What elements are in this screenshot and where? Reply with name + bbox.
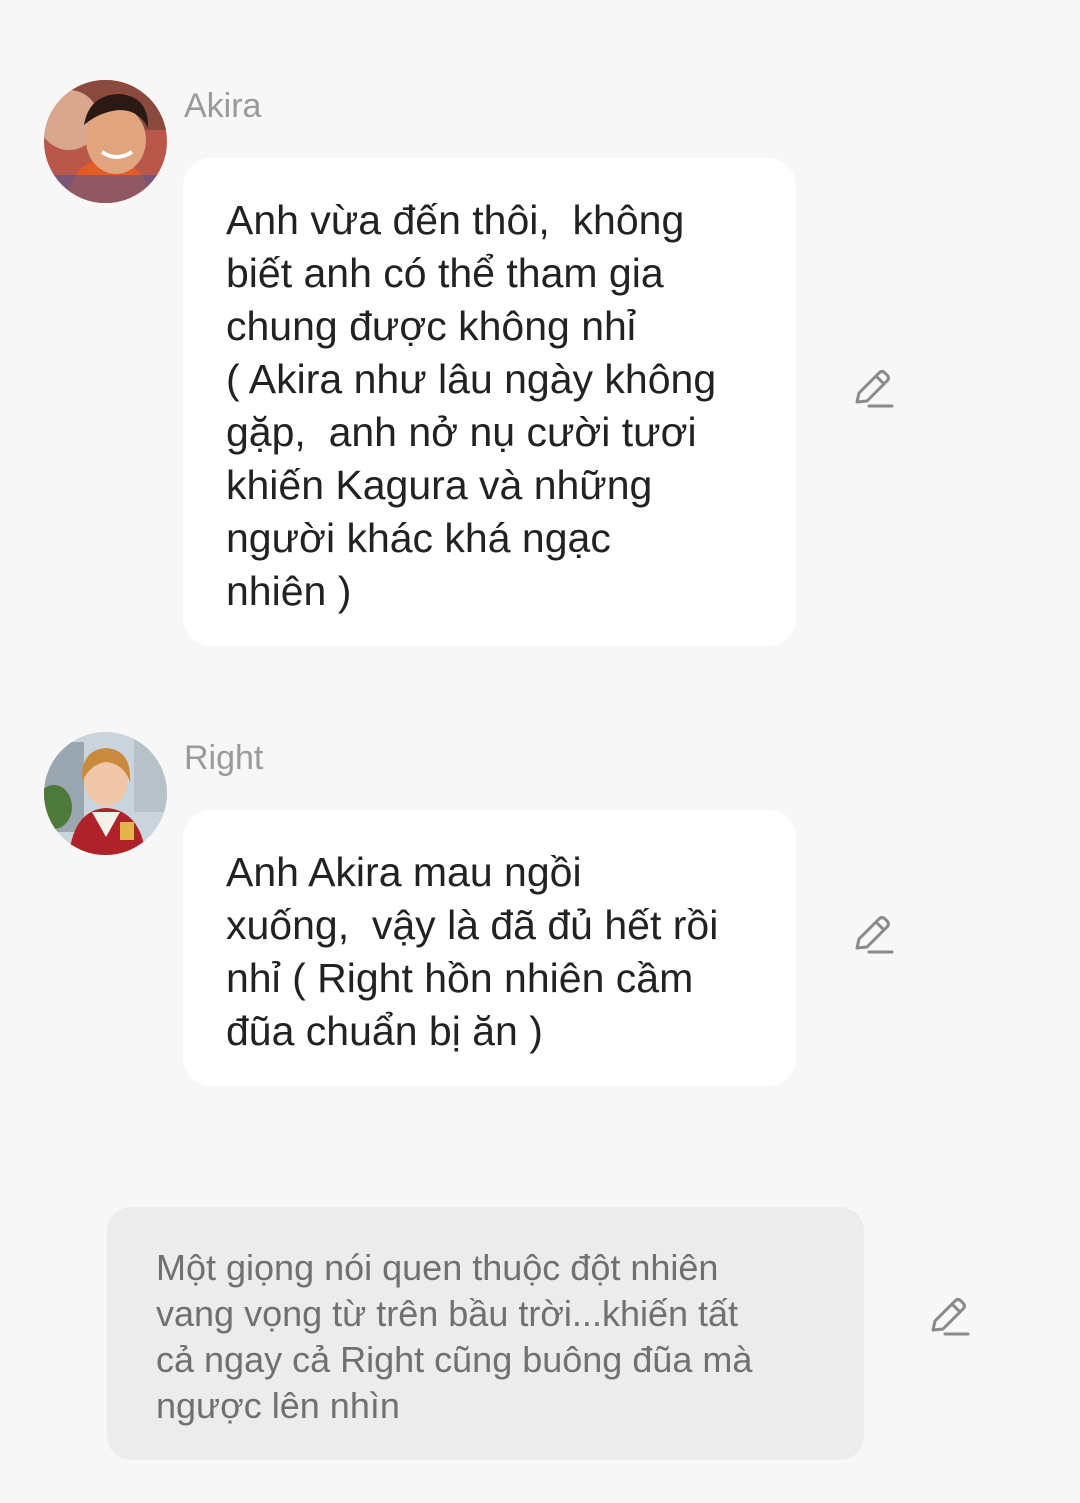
sender-name: Akira (184, 87, 262, 125)
narration-bubble[interactable]: Một giọng nói quen thuộc đột nhiên vang … (107, 1207, 864, 1460)
avatar-akira[interactable] (44, 80, 167, 203)
pencil-icon (931, 1298, 970, 1336)
message-text: Anh vừa đến thôi, không biết anh có thể … (226, 197, 717, 614)
narration-text: Một giọng nói quen thuộc đột nhiên vang … (156, 1247, 753, 1426)
edit-message-button[interactable] (851, 912, 895, 956)
pencil-icon (855, 370, 894, 408)
message-text: Anh Akira mau ngồi xuống, vậy là đã đủ h… (226, 849, 719, 1054)
avatar-right[interactable] (44, 732, 167, 855)
sender-name: Right (184, 739, 264, 777)
right-avatar-image (44, 732, 167, 855)
akira-avatar-image (44, 80, 167, 203)
edit-message-button[interactable] (851, 366, 895, 410)
pencil-icon (855, 916, 894, 954)
message-bubble[interactable]: Anh vừa đến thôi, không biết anh có thể … (183, 158, 796, 646)
edit-narration-button[interactable] (927, 1294, 971, 1338)
message-bubble[interactable]: Anh Akira mau ngồi xuống, vậy là đã đủ h… (183, 810, 796, 1086)
